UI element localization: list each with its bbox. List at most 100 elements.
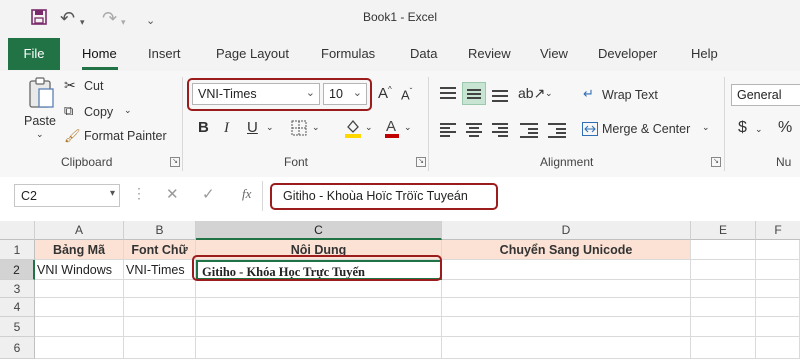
column-header-f[interactable]: F	[756, 221, 800, 240]
cell-d1[interactable]: Chuyển Sang Unicode	[442, 240, 691, 260]
borders-icon[interactable]	[291, 120, 307, 139]
row-header-1[interactable]: 1	[0, 240, 35, 260]
wrap-text-button[interactable]: Wrap Text	[602, 88, 658, 102]
cell[interactable]	[442, 298, 691, 317]
cell[interactable]	[756, 317, 800, 337]
select-all-corner[interactable]	[0, 221, 35, 240]
cell[interactable]	[124, 317, 196, 337]
cell[interactable]	[756, 280, 800, 298]
cell[interactable]	[691, 298, 756, 317]
font-color-icon[interactable]: A	[384, 117, 400, 142]
column-header-a[interactable]: A	[35, 221, 124, 240]
format-painter-button[interactable]: Format Painter	[84, 129, 167, 143]
cut-icon[interactable]: ✂	[64, 77, 76, 94]
orientation-icon[interactable]: ab↗	[518, 85, 545, 102]
fill-color-icon[interactable]	[344, 118, 362, 141]
orientation-dropdown-icon[interactable]: ⌄	[545, 88, 553, 99]
column-header-e[interactable]: E	[691, 221, 756, 240]
cell[interactable]	[756, 298, 800, 317]
row-header-4[interactable]: 4	[0, 298, 35, 317]
tab-page-layout[interactable]: Page Layout	[216, 46, 289, 61]
decrease-indent-icon[interactable]	[520, 123, 538, 138]
format-painter-icon[interactable]: 🖌	[64, 128, 81, 144]
underline-dropdown-icon[interactable]: ⌄	[266, 122, 274, 133]
merge-center-icon[interactable]	[582, 122, 598, 139]
copy-dropdown-icon[interactable]: ⌄	[124, 105, 132, 116]
font-launcher-icon[interactable]: ↘	[416, 157, 426, 167]
number-format-combo[interactable]: General	[731, 84, 800, 106]
insert-function-icon[interactable]: fx	[242, 186, 251, 202]
increase-indent-icon[interactable]	[548, 123, 566, 138]
tab-review[interactable]: Review	[468, 46, 511, 61]
cell[interactable]	[124, 337, 196, 359]
enter-entry-icon[interactable]: ✓	[202, 185, 215, 203]
cell[interactable]	[691, 280, 756, 298]
row-header-6[interactable]: 6	[0, 337, 35, 359]
paste-button[interactable]: Paste	[24, 114, 56, 128]
row-header-2[interactable]: 2	[0, 260, 35, 280]
cell-b2[interactable]: VNI-Times	[124, 260, 196, 280]
cell-f2[interactable]	[756, 260, 800, 280]
font-color-dropdown-icon[interactable]: ⌄	[404, 122, 412, 133]
cell-b1[interactable]: Font Chữ	[124, 240, 196, 260]
cell[interactable]	[691, 337, 756, 359]
wrap-text-icon[interactable]: ↵	[583, 86, 594, 102]
cell[interactable]	[196, 337, 442, 359]
middle-align-icon[interactable]	[462, 82, 486, 105]
chevron-down-icon[interactable]: ▾	[110, 188, 115, 199]
tab-data[interactable]: Data	[410, 46, 437, 61]
tab-home[interactable]: Home	[82, 46, 117, 61]
percent-button[interactable]: %	[778, 119, 792, 137]
cell-d2[interactable]	[442, 260, 691, 280]
tab-help[interactable]: Help	[691, 46, 718, 61]
cell[interactable]	[35, 337, 124, 359]
tab-developer[interactable]: Developer	[598, 46, 657, 61]
underline-button[interactable]: U	[247, 119, 258, 137]
align-center-icon[interactable]	[466, 123, 482, 137]
currency-button[interactable]: $	[738, 119, 747, 137]
paste-dropdown-icon[interactable]: ⌄	[36, 129, 44, 140]
tab-file[interactable]: File	[8, 38, 60, 70]
column-header-c[interactable]: C	[196, 221, 442, 240]
currency-dropdown-icon[interactable]: ⌄	[755, 124, 763, 135]
copy-icon[interactable]: ⧉	[64, 103, 73, 119]
tab-insert[interactable]: Insert	[148, 46, 181, 61]
cell[interactable]	[124, 298, 196, 317]
fill-color-dropdown-icon[interactable]: ⌄	[365, 122, 373, 133]
alignment-launcher-icon[interactable]: ↘	[711, 157, 721, 167]
bottom-align-icon[interactable]	[492, 87, 508, 102]
merge-center-dropdown-icon[interactable]: ⌄	[702, 122, 710, 133]
cell[interactable]	[35, 317, 124, 337]
more-options-icon[interactable]: ⋮	[132, 185, 146, 202]
merge-center-button[interactable]: Merge & Center	[602, 122, 690, 136]
column-header-b[interactable]: B	[124, 221, 196, 240]
italic-button[interactable]: I	[224, 119, 229, 137]
cell[interactable]	[196, 317, 442, 337]
bold-button[interactable]: B	[198, 119, 209, 137]
cell[interactable]	[442, 317, 691, 337]
paste-icon[interactable]	[27, 77, 55, 112]
clipboard-launcher-icon[interactable]: ↘	[170, 157, 180, 167]
cell-e1[interactable]	[691, 240, 756, 260]
copy-button[interactable]: Copy	[84, 105, 113, 119]
cancel-entry-icon[interactable]: ✕	[166, 185, 179, 203]
tab-formulas[interactable]: Formulas	[321, 46, 375, 61]
increase-font-size-icon[interactable]: A^	[378, 85, 392, 102]
name-box[interactable]: C2 ▾	[14, 184, 120, 207]
cell-f1[interactable]	[756, 240, 800, 260]
borders-dropdown-icon[interactable]: ⌄	[312, 122, 320, 133]
cell[interactable]	[442, 280, 691, 298]
cell[interactable]	[196, 298, 442, 317]
cell-a2[interactable]: VNI Windows	[35, 260, 124, 280]
cell[interactable]	[442, 337, 691, 359]
row-header-5[interactable]: 5	[0, 317, 35, 337]
column-header-d[interactable]: D	[442, 221, 691, 240]
cell-e2[interactable]	[691, 260, 756, 280]
cell[interactable]	[196, 280, 442, 298]
align-right-icon[interactable]	[492, 123, 508, 137]
cell-a1[interactable]: Bảng Mã	[35, 240, 124, 260]
align-left-icon[interactable]	[440, 123, 456, 137]
cell[interactable]	[35, 298, 124, 317]
cut-button[interactable]: Cut	[84, 79, 103, 93]
cell[interactable]	[35, 280, 124, 298]
